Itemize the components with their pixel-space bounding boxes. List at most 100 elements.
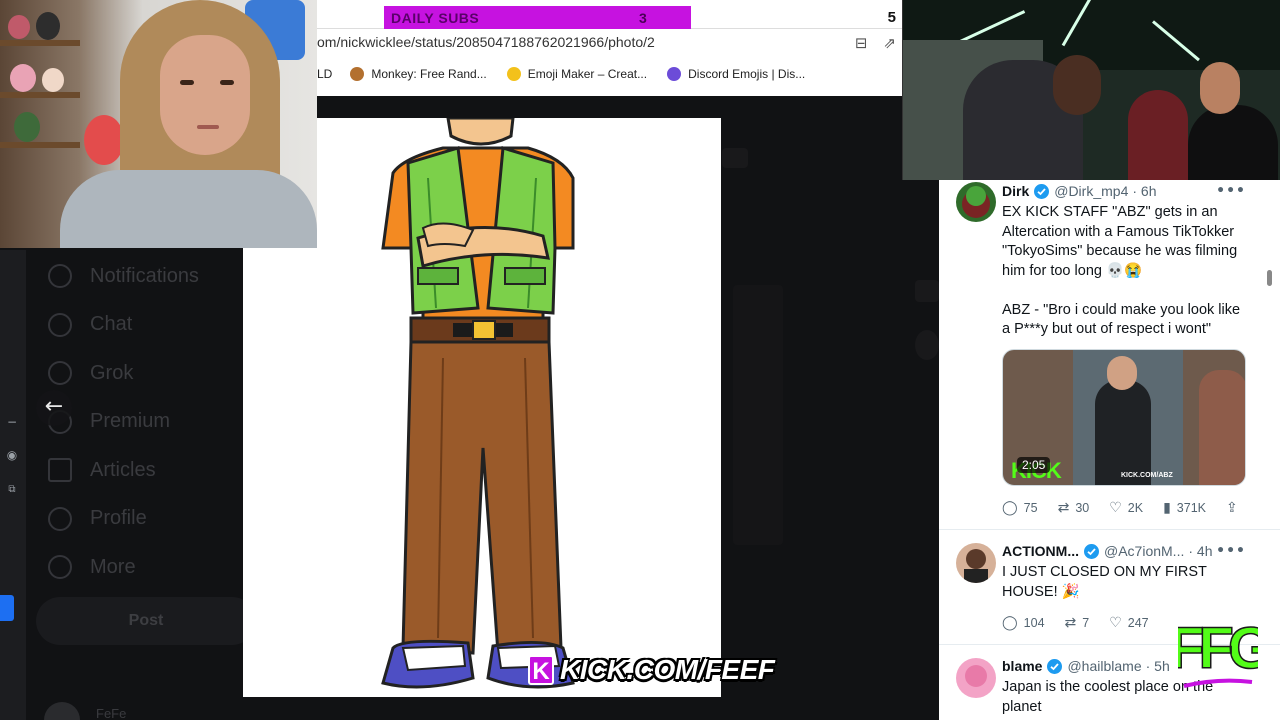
daily-subs-goal: 5 bbox=[887, 9, 896, 26]
reply-count: 104 bbox=[1023, 616, 1045, 630]
like-count: 247 bbox=[1127, 616, 1149, 630]
like-count: 2K bbox=[1127, 501, 1144, 515]
browser-side-rail: − ◉ ⧉ bbox=[0, 250, 26, 720]
tweet-author-handle[interactable]: @Ac7ionM... bbox=[1104, 543, 1184, 559]
more-options-icon[interactable]: ••• bbox=[1216, 183, 1246, 199]
post-button[interactable]: Post bbox=[36, 597, 256, 645]
install-app-icon[interactable]: ⊟ bbox=[855, 34, 868, 52]
streamer-face bbox=[160, 35, 250, 155]
grok-icon bbox=[48, 361, 72, 386]
person-middle bbox=[1128, 90, 1188, 180]
view-count: 371K bbox=[1176, 501, 1206, 515]
tweet-time[interactable]: · 4h bbox=[1188, 543, 1212, 559]
active-side-tab[interactable] bbox=[0, 595, 14, 621]
tweet-author-name[interactable]: ACTIONM... bbox=[1002, 543, 1079, 559]
daily-subs-label: DAILY SUBS bbox=[391, 10, 480, 26]
tweet-author-name[interactable]: Dirk bbox=[1002, 183, 1029, 199]
address-bar-url[interactable]: om/nickwicklee/status/208504718876202196… bbox=[317, 34, 655, 50]
eye bbox=[220, 80, 234, 85]
nav-label: Grok bbox=[90, 361, 134, 384]
bookmark-item[interactable]: LD bbox=[317, 67, 332, 81]
reply-button[interactable]: ◯ 75 bbox=[1002, 500, 1038, 516]
nav-item-profile[interactable]: Profile bbox=[40, 495, 240, 544]
account-name[interactable]: FeFe bbox=[96, 706, 126, 720]
repost-button[interactable]: ⇄ 7 bbox=[1065, 615, 1090, 631]
account-avatar[interactable] bbox=[44, 702, 80, 720]
article-icon bbox=[48, 458, 72, 483]
guest-video-feed bbox=[902, 0, 1280, 180]
eye bbox=[180, 80, 194, 85]
nav-label: Notifications bbox=[90, 264, 199, 287]
reply-button[interactable]: ◯ 104 bbox=[1002, 615, 1045, 631]
avatar[interactable] bbox=[956, 658, 996, 698]
tweet-author-handle[interactable]: @hailblame bbox=[1067, 658, 1141, 674]
video-duration: 2:05 bbox=[1017, 457, 1051, 473]
video-person-head bbox=[1107, 356, 1137, 390]
nav-item-grok[interactable]: Grok bbox=[40, 349, 240, 398]
nav-item-notifications[interactable]: Notifications bbox=[40, 252, 240, 301]
faint-ui-block bbox=[915, 280, 939, 302]
reply-icon: ◯ bbox=[1002, 500, 1018, 516]
streamer-shirt bbox=[60, 170, 317, 248]
nav-label: Premium bbox=[90, 410, 171, 433]
repost-button[interactable]: ⇄ 30 bbox=[1058, 500, 1090, 516]
bookmark-item[interactable]: Monkey: Free Rand... bbox=[350, 67, 487, 81]
tweet[interactable]: Dirk @Dirk_mp4 · 6h ••• EX KICK STAFF "A… bbox=[939, 180, 1280, 530]
avatar[interactable] bbox=[956, 543, 996, 583]
tweet-header: blame @hailblame · 5h bbox=[1002, 658, 1170, 674]
tweet-header: ACTIONM... @Ac7ionM... · 4h bbox=[1002, 543, 1212, 559]
heart-icon: ♡ bbox=[1109, 500, 1122, 516]
video-person bbox=[1095, 380, 1151, 485]
daily-subs-goal-bar: DAILY SUBS 3 5 bbox=[317, 6, 902, 29]
tweet-time[interactable]: · 5h bbox=[1146, 658, 1170, 674]
more-options-icon[interactable]: ••• bbox=[1216, 543, 1246, 559]
like-button[interactable]: ♡ 2K bbox=[1109, 500, 1143, 516]
text-line: HOUSE! 🎉 bbox=[1002, 583, 1080, 600]
nav-label: More bbox=[90, 555, 136, 578]
streamer-webcam bbox=[0, 0, 317, 248]
plush-toy bbox=[84, 115, 124, 165]
window-icon[interactable]: ⧉ bbox=[4, 484, 20, 500]
tweet-author-handle[interactable]: @Dirk_mp4 bbox=[1054, 183, 1128, 199]
person-right-head bbox=[1200, 62, 1240, 114]
globe-icon[interactable]: ◉ bbox=[4, 448, 20, 464]
nav-label: Chat bbox=[90, 313, 133, 336]
shelf bbox=[0, 92, 80, 98]
tweet-video[interactable]: KICK KICK.COM/ABZ 2:05 bbox=[1002, 349, 1246, 486]
tweet-author-name[interactable]: blame bbox=[1002, 658, 1042, 674]
back-arrow-button[interactable]: ← bbox=[36, 390, 72, 426]
plush-toy bbox=[10, 64, 36, 92]
nav-label: Profile bbox=[90, 507, 147, 530]
bookmark-label: LD bbox=[317, 67, 333, 81]
reply-count: 75 bbox=[1023, 501, 1038, 515]
text-line: him for too long 💀😭 bbox=[1002, 262, 1143, 279]
nav-item-more[interactable]: More bbox=[40, 543, 240, 592]
emoji-icon bbox=[506, 67, 521, 81]
discord-icon bbox=[667, 67, 682, 81]
nav-item-chat[interactable]: Chat bbox=[40, 301, 240, 350]
video-watermark-url: KICK.COM/ABZ bbox=[1121, 472, 1173, 479]
avatar[interactable] bbox=[956, 182, 996, 222]
plush-toy bbox=[8, 15, 30, 39]
avatar-image bbox=[965, 665, 987, 687]
stream-scene: − ◉ ⧉ Notifications Chat Grok Premium Ar… bbox=[0, 0, 1280, 720]
kick-url-text: KICK.COM/FEEF bbox=[560, 654, 775, 685]
person-right bbox=[1188, 105, 1278, 180]
minus-icon[interactable]: − bbox=[4, 415, 20, 431]
like-button[interactable]: ♡ 247 bbox=[1109, 615, 1148, 631]
monkey-icon bbox=[350, 67, 365, 81]
avatar-image bbox=[964, 549, 988, 583]
nav-item-articles[interactable]: Articles bbox=[40, 446, 240, 495]
bookmark-item[interactable]: Discord Emojis | Dis... bbox=[667, 67, 805, 81]
views-button[interactable]: ▮ 371K bbox=[1163, 500, 1206, 516]
share-icon[interactable]: ⇗ bbox=[883, 34, 896, 52]
text-line: Altercation with a Famous TikTokker bbox=[1002, 223, 1235, 240]
kick-url-banner: K KICK.COM/FEEF bbox=[528, 650, 775, 690]
bookmark-label: Monkey: Free Rand... bbox=[371, 67, 487, 81]
text-line: EX KICK STAFF "ABZ" gets in an bbox=[1002, 204, 1218, 220]
tweet-time[interactable]: · 6h bbox=[1132, 183, 1156, 199]
share-button[interactable]: ⇪ bbox=[1226, 500, 1244, 516]
plush-toy bbox=[36, 12, 60, 40]
bookmark-item[interactable]: Emoji Maker – Creat... bbox=[506, 67, 647, 81]
text-line bbox=[1002, 281, 1264, 301]
